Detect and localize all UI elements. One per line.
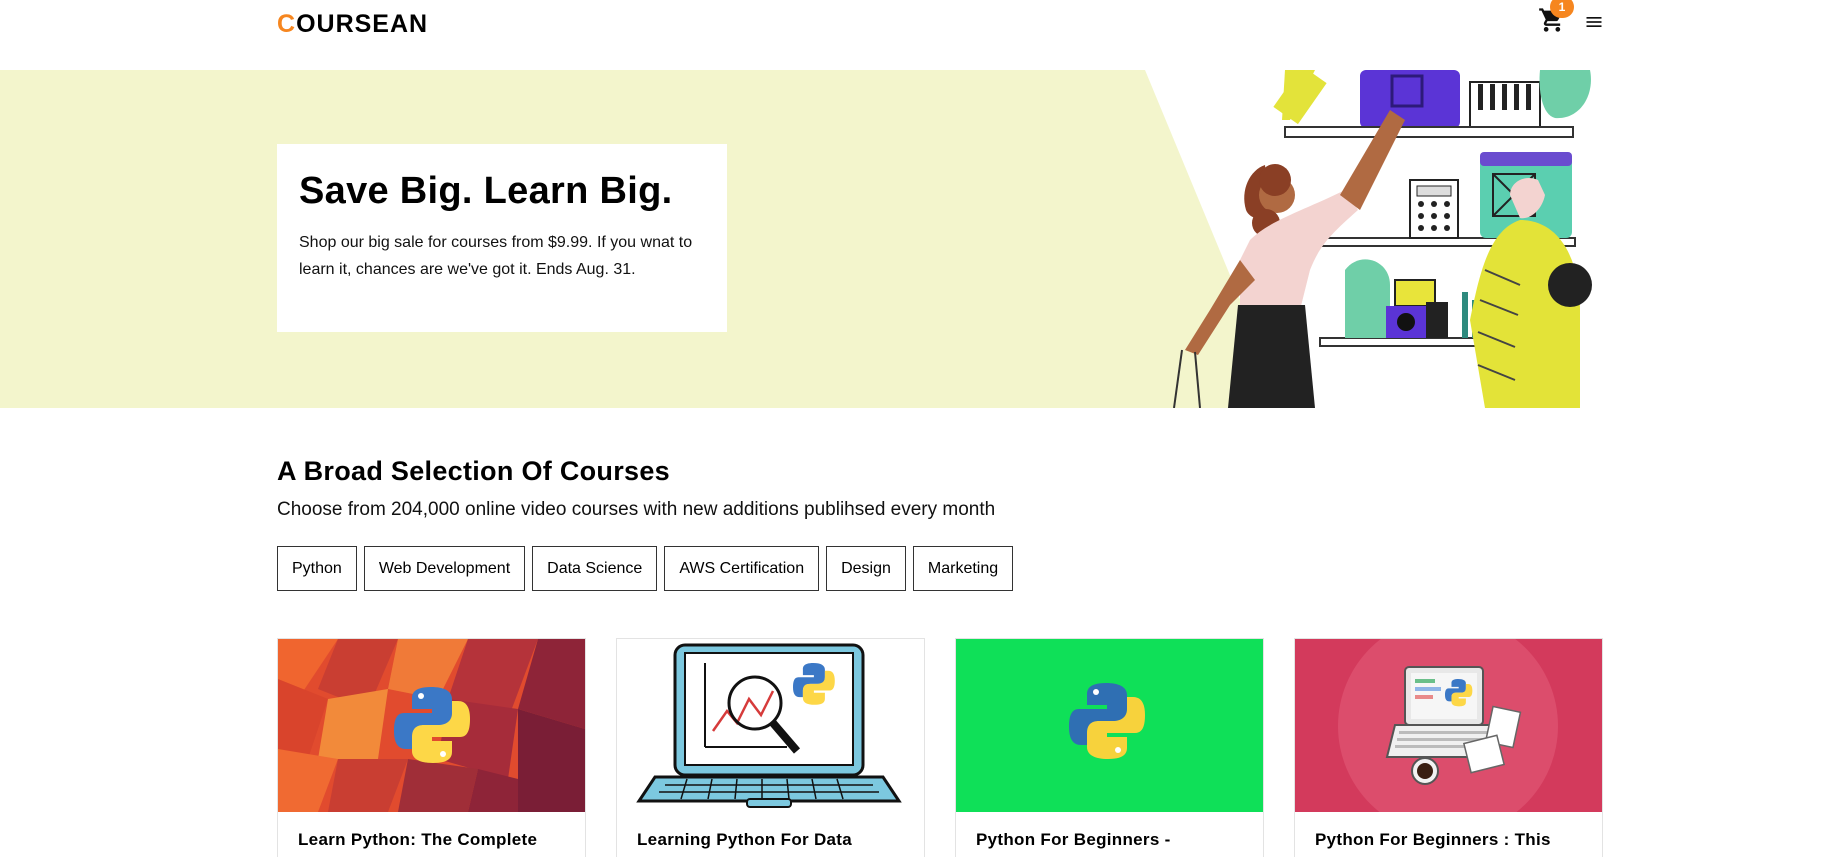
- course-card[interactable]: Learning Python For Data: [616, 638, 925, 857]
- shopping-illustration: [1145, 70, 1668, 408]
- python-logo-red-background-image: [278, 639, 585, 812]
- category-tabs: Python Web Development Data Science AWS …: [277, 546, 1014, 591]
- category-design[interactable]: Design: [826, 546, 906, 591]
- laptop-python-pink-background-image: [1295, 639, 1602, 812]
- course-thumbnail: [617, 639, 924, 812]
- hero-description: Shop our big sale for courses from $9.99…: [299, 234, 693, 278]
- category-python[interactable]: Python: [277, 546, 357, 591]
- hamburger-menu-icon[interactable]: [1584, 12, 1604, 32]
- category-web-development[interactable]: Web Development: [363, 546, 526, 591]
- site-logo[interactable]: COURSEAN: [277, 10, 428, 39]
- course-title: Learn Python: The Complete: [298, 830, 538, 849]
- course-title: Python For Beginners -: [976, 830, 1171, 849]
- category-marketing[interactable]: Marketing: [912, 546, 1014, 591]
- course-title: Learning Python For Data: [637, 830, 852, 849]
- course-card[interactable]: Python For Beginners : This: [1294, 638, 1603, 857]
- course-thumbnail: [956, 639, 1263, 812]
- python-logo-green-background-image: [956, 639, 1263, 812]
- course-thumbnail: [1295, 639, 1602, 812]
- course-title: Python For Beginners : This: [1315, 830, 1551, 849]
- course-list: Learn Python: The Complete Learning Pyth…: [277, 638, 1603, 857]
- hero-banner: Save Big. Learn Big. Shop our big sale f…: [0, 70, 1833, 408]
- hero-title: Save Big. Learn Big.: [299, 170, 673, 212]
- category-aws-certification[interactable]: AWS Certification: [664, 546, 820, 591]
- site-header: COURSEAN 1: [0, 0, 1833, 70]
- laptop-chart-python-image: [617, 639, 924, 812]
- category-data-science[interactable]: Data Science: [532, 546, 658, 591]
- logo-text: OURSEAN: [296, 10, 429, 38]
- hero-right-edge: [1668, 70, 1833, 408]
- section-title: A Broad Selection Of Courses: [277, 456, 670, 486]
- cart-count-badge: 1: [1550, 0, 1574, 18]
- hero-promo-card: Save Big. Learn Big. Shop our big sale f…: [277, 144, 727, 332]
- course-thumbnail: [278, 639, 585, 812]
- course-card[interactable]: Learn Python: The Complete: [277, 638, 586, 857]
- logo-initial: C: [277, 10, 297, 38]
- course-card[interactable]: Python For Beginners -: [955, 638, 1264, 857]
- section-subtitle: Choose from 204,000 online video courses…: [277, 499, 996, 520]
